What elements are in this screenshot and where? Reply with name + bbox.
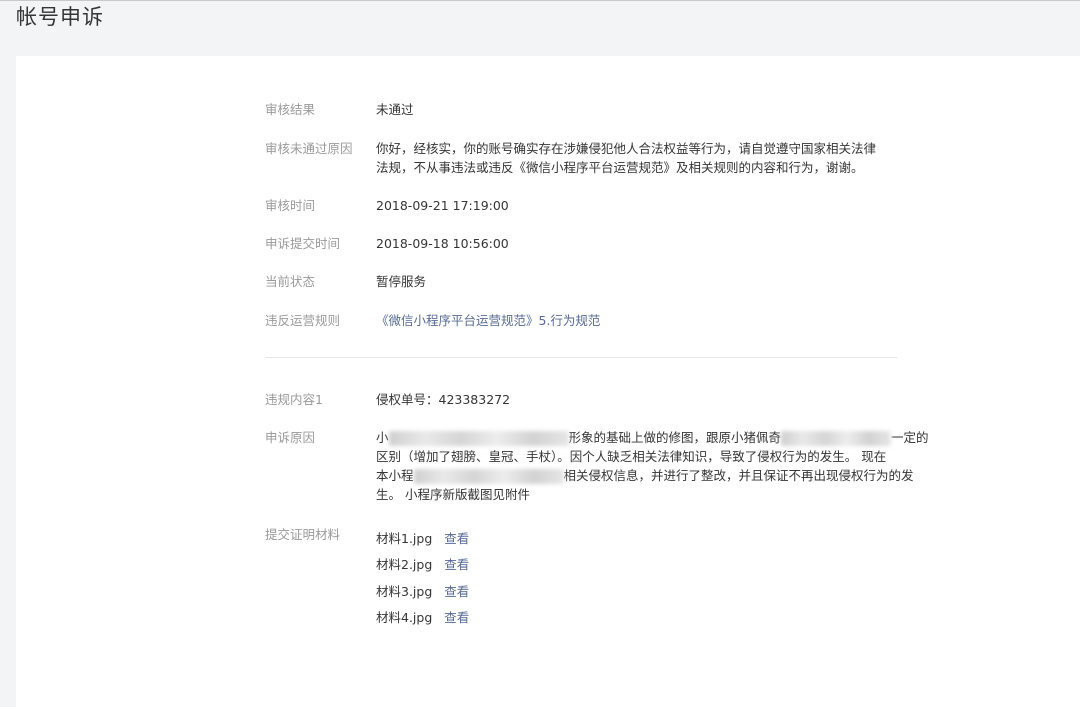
- audit-result-row: 审核结果 未通过: [265, 100, 901, 119]
- violated-rule-link[interactable]: 《微信小程序平台运营规范》5.行为规范: [376, 313, 600, 328]
- current-status-row: 当前状态 暂停服务: [265, 272, 901, 291]
- audit-reason-label: 审核未通过原因: [265, 141, 353, 156]
- submit-time-label: 申诉提交时间: [265, 236, 341, 251]
- appeal-text-fragment: 一定的: [891, 430, 929, 445]
- material-item: 材料1.jpg 查看: [376, 525, 901, 552]
- audit-result-label: 审核结果: [265, 102, 316, 117]
- audit-time-value: 2018-09-21 17:19:00: [376, 198, 509, 213]
- materials-label: 提交证明材料: [265, 527, 341, 542]
- view-material-link[interactable]: 查看: [444, 608, 469, 627]
- appeal-text-fragment: 相关侵权信息，并进行了整改，并且保证不再出现侵权行为的发: [563, 468, 914, 483]
- redacted-text: [388, 431, 569, 446]
- redacted-text: [781, 431, 892, 446]
- material-file-name: 材料1.jpg: [376, 530, 433, 546]
- material-file-name: 材料4.jpg: [376, 610, 433, 626]
- materials-list: 材料1.jpg 查看 材料2.jpg 查看 材料3.jpg 查看 材料4.jpg…: [376, 525, 901, 631]
- appeal-reason-value: 小 形象的基础上做的修图，跟原小猪佩奇 一定的 区别（增加了翅膀、皇冠、手杖）。因个…: [376, 428, 929, 504]
- material-file-name: 材料3.jpg: [376, 583, 433, 599]
- violation-content-row: 违规内容1 侵权单号：423383272: [265, 390, 901, 409]
- top-border: [0, 0, 1080, 1]
- violation-content-value: 侵权单号：423383272: [376, 392, 511, 407]
- view-material-link[interactable]: 查看: [444, 555, 469, 574]
- submit-time-row: 申诉提交时间 2018-09-18 10:56:00: [265, 234, 901, 253]
- appeal-reason-line: 区别（增加了翅膀、皇冠、手杖）。因个人缺乏相关法律知识，导致了侵权行为的发生。 …: [376, 449, 887, 464]
- appeal-text-fragment: 本小程: [376, 468, 414, 483]
- material-item: 材料4.jpg 查看: [376, 605, 901, 632]
- violated-rule-row: 违反运营规则 《微信小程序平台运营规范》5.行为规范: [265, 311, 901, 330]
- submit-time-value: 2018-09-18 10:56:00: [376, 236, 509, 251]
- appeal-reason-line: 本小程 相关侵权信息，并进行了整改，并且保证不再出现侵权行为的发: [376, 466, 914, 485]
- audit-time-row: 审核时间 2018-09-21 17:19:00: [265, 196, 901, 215]
- appeal-reason-line: 生。 小程序新版截图见附件: [376, 487, 530, 502]
- view-material-link[interactable]: 查看: [444, 582, 469, 601]
- audit-reason-row: 审核未通过原因 你好，经核实，你的账号确实存在涉嫌侵犯他人合法权益等行为，请自觉…: [265, 139, 888, 177]
- violation-content-label: 违规内容1: [265, 392, 323, 407]
- redacted-text: [413, 469, 564, 484]
- appeal-text-fragment: 小: [376, 430, 389, 445]
- audit-reason-value: 你好，经核实，你的账号确实存在涉嫌侵犯他人合法权益等行为，请自觉遵守国家相关法律…: [376, 141, 877, 175]
- material-item: 材料3.jpg 查看: [376, 578, 901, 605]
- appeal-reason-row: 申诉原因 小 形象的基础上做的修图，跟原小猪佩奇 一定的 区别（增加了翅膀、皇冠、手…: [265, 428, 929, 504]
- appeal-reason-line: 小 形象的基础上做的修图，跟原小猪佩奇 一定的: [376, 428, 929, 447]
- view-material-link[interactable]: 查看: [444, 529, 469, 548]
- material-file-name: 材料2.jpg: [376, 557, 433, 573]
- audit-result-value: 未通过: [376, 102, 414, 117]
- audit-time-label: 审核时间: [265, 198, 316, 213]
- violated-rule-label: 违反运营规则: [265, 313, 341, 328]
- materials-row: 提交证明材料 材料1.jpg 查看 材料2.jpg 查看 材料3.jpg 查看 …: [265, 525, 901, 631]
- material-item: 材料2.jpg 查看: [376, 552, 901, 579]
- appeal-reason-label: 申诉原因: [265, 430, 316, 445]
- page-title: 帐号申诉: [16, 5, 104, 29]
- section-divider: [265, 357, 897, 358]
- current-status-value: 暂停服务: [376, 274, 427, 289]
- current-status-label: 当前状态: [265, 274, 316, 289]
- appeal-detail-card: 审核结果 未通过 审核未通过原因 你好，经核实，你的账号确实存在涉嫌侵犯他人合法…: [16, 56, 1080, 707]
- appeal-text-fragment: 形象的基础上做的修图，跟原小猪佩奇: [568, 430, 782, 445]
